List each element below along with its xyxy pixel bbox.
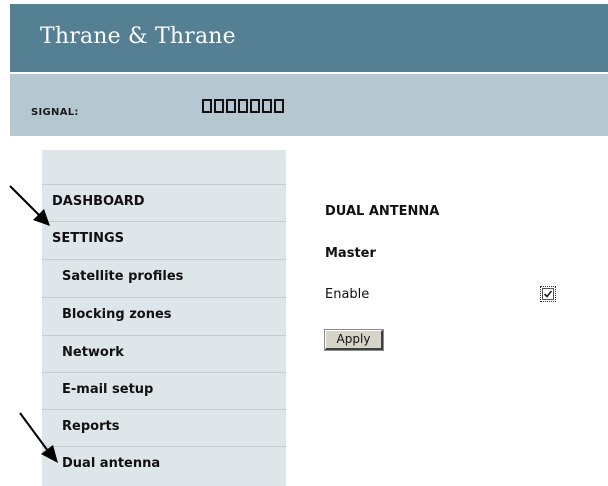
pointer-arrow-icon — [19, 412, 58, 463]
brand-logo: Thrane & Thrane — [40, 24, 236, 49]
enable-label: Enable — [325, 287, 370, 302]
page: Thrane & Thrane SIGNAL: DASHBOARD SETTIN… — [0, 0, 608, 486]
sidebar-item-dashboard[interactable]: DASHBOARD — [42, 184, 286, 218]
checkmark-icon — [543, 290, 553, 298]
signal-status-bar — [10, 74, 608, 136]
section-subtitle: Master — [325, 246, 376, 261]
signal-block-5 — [250, 99, 260, 113]
signal-strength-meter — [202, 99, 284, 113]
signal-block-4 — [238, 99, 248, 113]
apply-button[interactable]: Apply — [324, 329, 384, 351]
page-title: DUAL ANTENNA — [325, 204, 440, 219]
checkbox-box — [542, 288, 554, 300]
signal-block-2 — [214, 99, 224, 113]
signal-block-1 — [202, 99, 212, 113]
sidebar-item-blocking-zones[interactable]: Blocking zones — [42, 297, 286, 331]
signal-label: SIGNAL: — [31, 107, 79, 118]
pointer-arrow-icon — [9, 185, 50, 226]
sidebar-item-email-setup[interactable]: E-mail setup — [42, 372, 286, 406]
sidebar-item-network[interactable]: Network — [42, 335, 286, 369]
sidebar-item-settings[interactable]: SETTINGS — [42, 221, 286, 255]
sidebar-item-satellite-profiles[interactable]: Satellite profiles — [42, 259, 286, 293]
sidebar-item-reports[interactable]: Reports — [42, 409, 286, 443]
signal-block-3 — [226, 99, 236, 113]
signal-block-6 — [262, 99, 272, 113]
signal-block-7 — [274, 99, 284, 113]
sidebar-item-dual-antenna[interactable]: Dual antenna — [42, 446, 286, 480]
enable-checkbox[interactable] — [540, 286, 556, 302]
header-bar: Thrane & Thrane — [10, 4, 608, 72]
sidebar-nav: DASHBOARD SETTINGS Satellite profiles Bl… — [42, 150, 286, 486]
